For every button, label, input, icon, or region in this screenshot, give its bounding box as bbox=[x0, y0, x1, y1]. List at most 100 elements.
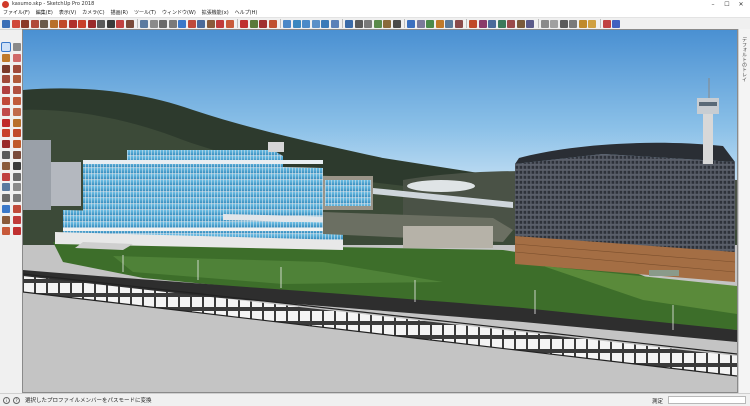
monochrome-icon[interactable] bbox=[392, 19, 401, 28]
info-icon[interactable]: i bbox=[3, 396, 10, 404]
eraser-icon[interactable] bbox=[11, 19, 20, 28]
previous-icon[interactable] bbox=[13, 204, 21, 213]
rotated-rect-icon[interactable] bbox=[13, 75, 21, 84]
unlock-icon[interactable] bbox=[588, 19, 596, 28]
unhide-icon[interactable] bbox=[569, 19, 577, 28]
follow-me-icon[interactable] bbox=[13, 129, 21, 138]
default-tray[interactable]: デフォルトのトレイ bbox=[738, 29, 750, 393]
walk-icon[interactable] bbox=[13, 215, 21, 224]
iso-view-icon[interactable] bbox=[283, 19, 291, 28]
section-icon[interactable] bbox=[13, 226, 21, 235]
textured-icon[interactable] bbox=[383, 19, 391, 28]
menu-item-4[interactable]: 描画(R) bbox=[108, 9, 131, 18]
pan-icon[interactable] bbox=[13, 183, 21, 192]
materials-icon[interactable] bbox=[435, 19, 444, 28]
section-icon[interactable] bbox=[240, 19, 248, 28]
circle-icon[interactable] bbox=[2, 86, 10, 95]
help-icon[interactable] bbox=[407, 19, 415, 28]
walk-icon[interactable] bbox=[216, 19, 224, 28]
warehouse-icon[interactable] bbox=[259, 19, 267, 28]
protractor-icon[interactable] bbox=[2, 161, 10, 170]
tape-icon[interactable] bbox=[97, 19, 105, 28]
make-component-icon[interactable] bbox=[13, 43, 21, 51]
previous-icon[interactable] bbox=[187, 19, 196, 28]
wireframe-icon[interactable] bbox=[354, 19, 363, 28]
geo-icon[interactable] bbox=[268, 19, 277, 28]
extension-b-icon[interactable] bbox=[612, 19, 620, 28]
scenes-icon[interactable] bbox=[454, 19, 463, 28]
scale-icon[interactable] bbox=[87, 19, 96, 28]
pan-icon[interactable] bbox=[149, 19, 158, 28]
menu-item-6[interactable]: ウィンドウ(W) bbox=[159, 9, 199, 18]
zoom-icon[interactable] bbox=[2, 194, 10, 203]
intersect-icon[interactable] bbox=[478, 19, 487, 28]
arc-icon[interactable] bbox=[2, 96, 10, 105]
offset-icon[interactable] bbox=[13, 140, 21, 149]
scale-icon[interactable] bbox=[2, 140, 10, 149]
xray-icon[interactable] bbox=[345, 19, 353, 28]
move-icon[interactable] bbox=[2, 118, 10, 127]
shaded-icon[interactable] bbox=[373, 19, 382, 28]
menu-item-1[interactable]: 編集(E) bbox=[33, 9, 56, 18]
next-icon[interactable] bbox=[197, 19, 205, 28]
push-pull-icon[interactable] bbox=[13, 118, 21, 127]
rectangle-icon[interactable] bbox=[2, 75, 10, 84]
zoom-window-icon[interactable] bbox=[13, 194, 21, 203]
paint-bucket-icon[interactable] bbox=[2, 53, 10, 62]
help-icon[interactable]: ? bbox=[13, 396, 20, 404]
orbit-icon[interactable] bbox=[2, 183, 10, 192]
offset-icon[interactable] bbox=[59, 19, 67, 28]
dimension-icon[interactable] bbox=[125, 19, 134, 28]
zoom-window-icon[interactable] bbox=[168, 19, 177, 28]
back-view-icon[interactable] bbox=[321, 19, 329, 28]
subtract-icon[interactable] bbox=[507, 19, 515, 28]
union-icon[interactable] bbox=[497, 19, 506, 28]
eraser-icon[interactable] bbox=[13, 53, 21, 62]
dimension-icon[interactable] bbox=[13, 150, 21, 159]
model-viewport[interactable] bbox=[22, 29, 738, 393]
pie-icon[interactable] bbox=[13, 107, 21, 116]
text-icon[interactable] bbox=[106, 19, 115, 28]
rotate-icon[interactable] bbox=[78, 19, 86, 28]
3d-text-icon[interactable] bbox=[13, 172, 21, 181]
three-point-arc-icon[interactable] bbox=[2, 107, 10, 116]
position-camera-icon[interactable] bbox=[2, 215, 10, 224]
orbit-icon[interactable] bbox=[140, 19, 148, 28]
maximize-button[interactable]: ☐ bbox=[720, 0, 734, 9]
text-icon[interactable] bbox=[13, 161, 21, 170]
menu-item-2[interactable]: 表示(V) bbox=[56, 9, 79, 18]
split-icon[interactable] bbox=[526, 19, 534, 28]
components-icon[interactable] bbox=[426, 19, 434, 28]
outer-shell-icon[interactable] bbox=[488, 19, 496, 28]
sandbox-icon[interactable] bbox=[249, 19, 258, 28]
menu-item-3[interactable]: カメラ(C) bbox=[79, 9, 107, 18]
two-point-arc-icon[interactable] bbox=[13, 96, 21, 105]
zoom-icon[interactable] bbox=[159, 19, 167, 28]
zoom-extents-icon[interactable] bbox=[178, 19, 186, 28]
hidden-line-icon[interactable] bbox=[364, 19, 372, 28]
rotate-icon[interactable] bbox=[2, 129, 10, 138]
arc-icon[interactable] bbox=[30, 19, 39, 28]
zoom-extents-icon[interactable] bbox=[2, 204, 10, 213]
close-button[interactable]: ✕ bbox=[734, 0, 748, 9]
rectangle-icon[interactable] bbox=[40, 19, 48, 28]
axes-icon[interactable] bbox=[2, 172, 10, 181]
tape-icon[interactable] bbox=[2, 150, 10, 159]
freehand-icon[interactable] bbox=[13, 64, 21, 73]
line-icon[interactable] bbox=[21, 19, 29, 28]
select-icon[interactable] bbox=[2, 19, 10, 28]
menu-item-7[interactable]: 拡張機能(x) bbox=[199, 9, 232, 18]
styles-icon[interactable] bbox=[445, 19, 453, 28]
axes-icon[interactable] bbox=[116, 19, 124, 28]
move-icon[interactable] bbox=[68, 19, 77, 28]
lock-icon[interactable] bbox=[578, 19, 587, 28]
right-view-icon[interactable] bbox=[311, 19, 320, 28]
look-around-icon[interactable] bbox=[225, 19, 234, 28]
menu-item-5[interactable]: ツール(T) bbox=[131, 9, 159, 18]
trim-icon[interactable] bbox=[516, 19, 525, 28]
minimize-button[interactable]: – bbox=[706, 0, 720, 9]
layers-icon[interactable] bbox=[416, 19, 425, 28]
select-icon[interactable] bbox=[1, 42, 11, 52]
position-camera-icon[interactable] bbox=[206, 19, 215, 28]
front-view-icon[interactable] bbox=[302, 19, 310, 28]
